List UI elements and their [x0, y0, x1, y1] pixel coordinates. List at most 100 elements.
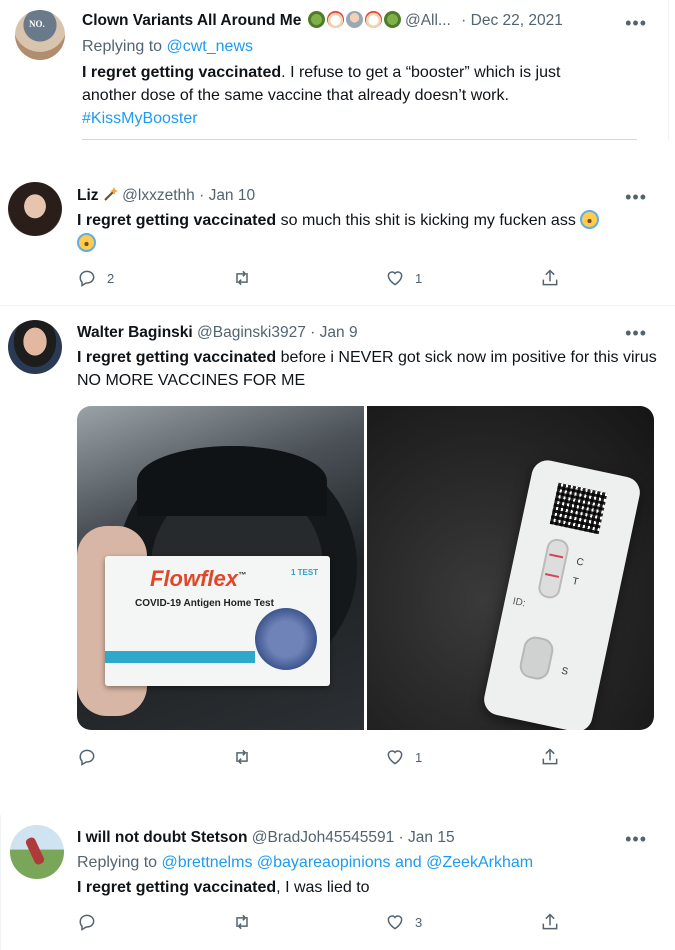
- avatar[interactable]: [10, 825, 64, 879]
- crying-emoji-icon: [77, 233, 96, 252]
- heart-icon: [387, 271, 403, 286]
- like-count: 1: [415, 749, 423, 765]
- heart-icon: [387, 750, 403, 765]
- label-c: C: [575, 556, 585, 569]
- share-button[interactable]: [540, 268, 560, 288]
- dot-separator: ·: [398, 829, 404, 846]
- label-s: S: [560, 665, 570, 678]
- tweet-header: Liz @lxxzethh · Jan 10: [77, 186, 255, 208]
- handle[interactable]: @BradJoh45545591: [252, 829, 394, 846]
- virus-emoji-icon: [383, 11, 401, 28]
- share-button[interactable]: [540, 747, 560, 767]
- tweet-4[interactable]: I will not doubt Stetson @BradJoh4554559…: [0, 815, 675, 950]
- thread-divider: [82, 139, 637, 140]
- retweet-icon: [236, 270, 248, 286]
- hashtag-link[interactable]: #KissMyBooster: [82, 110, 198, 127]
- line-c: [549, 553, 564, 559]
- retweet-button[interactable]: [232, 912, 262, 932]
- dot-separator: ·: [461, 12, 467, 29]
- clown-emoji-icon: [364, 11, 382, 28]
- magic-wand-icon: [103, 187, 118, 208]
- more-options-icon[interactable]: •••: [625, 830, 647, 848]
- tweet-3[interactable]: Walter Baginski @Baginski3927 · Jan 9 ••…: [0, 306, 675, 791]
- handle[interactable]: @Baginski3927: [197, 324, 306, 341]
- label-t: T: [571, 575, 580, 588]
- reply-button[interactable]: 2: [77, 268, 114, 288]
- avatar-cap-text: NO.: [29, 19, 45, 29]
- timestamp[interactable]: Dec 22, 2021: [471, 12, 563, 29]
- tweet-text: I regret getting vaccinated before i NEV…: [77, 346, 662, 392]
- avatar[interactable]: NO.: [15, 10, 65, 60]
- heart-icon: [387, 915, 403, 930]
- dot-separator: ·: [310, 324, 316, 341]
- share-icon: [542, 748, 558, 765]
- share-button[interactable]: [540, 912, 560, 932]
- clown-emoji-icon: [326, 11, 344, 28]
- media-photo-test-box[interactable]: Flowflex™ 1 TEST COVID-19 Antigen Home T…: [77, 406, 364, 730]
- like-button[interactable]: 1: [385, 747, 422, 767]
- timestamp[interactable]: Jan 15: [408, 829, 455, 846]
- handle[interactable]: @All...: [405, 12, 451, 29]
- tweet-text: I regret getting vaccinated so much this…: [77, 209, 657, 255]
- reply-button[interactable]: [77, 912, 107, 932]
- reply-mention-link[interactable]: @cwt_news: [167, 38, 254, 55]
- tweet-text-bold: I regret getting vaccinated: [82, 64, 282, 81]
- action-bar: 1: [77, 747, 577, 773]
- share-icon: [542, 913, 558, 930]
- media-photo-test-cassette[interactable]: C T ID: S: [367, 406, 654, 730]
- reply-icon: [79, 749, 95, 766]
- brand-name: Flowflex: [150, 566, 239, 591]
- like-count: 1: [415, 270, 423, 286]
- more-options-icon[interactable]: •••: [625, 324, 647, 342]
- virus-graphic: [255, 608, 317, 670]
- share-icon: [542, 269, 558, 286]
- display-name[interactable]: Clown Variants All Around Me: [82, 12, 301, 29]
- result-window: [536, 537, 571, 601]
- avatar[interactable]: [8, 320, 62, 374]
- more-options-icon[interactable]: •••: [625, 14, 647, 32]
- avatar[interactable]: [8, 182, 62, 236]
- replying-prefix: Replying to: [77, 854, 158, 871]
- reply-button[interactable]: [77, 747, 107, 767]
- display-name[interactable]: I will not doubt Stetson: [77, 829, 247, 846]
- qr-code: [549, 482, 608, 535]
- label-id: ID:: [511, 596, 527, 610]
- tweet-header: I will not doubt Stetson @BradJoh4554559…: [77, 828, 455, 848]
- retweet-button[interactable]: [232, 747, 262, 767]
- reply-mention-links[interactable]: @brettnelms @bayareaopinions and @ZeekAr…: [162, 854, 534, 871]
- tweet-text-bold: I regret getting vaccinated: [77, 879, 277, 896]
- action-bar: 2 1: [77, 268, 577, 294]
- like-button[interactable]: 1: [385, 268, 422, 288]
- like-count: 3: [415, 914, 423, 930]
- retweet-icon: [236, 749, 248, 765]
- reply-icon: [79, 270, 95, 287]
- line-t: [544, 573, 560, 578]
- tweet-text-rest: , I was lied to: [276, 879, 370, 896]
- scientist-emoji-icon: [345, 11, 363, 28]
- trademark: ™: [238, 570, 247, 580]
- reply-count: 2: [107, 270, 115, 286]
- tweet-2[interactable]: Liz @lxxzethh · Jan 10 ••• I regret gett…: [0, 175, 675, 303]
- display-name[interactable]: Walter Baginski: [77, 324, 193, 341]
- dashboard-gauges: [137, 446, 327, 516]
- test-cassette: C T ID: S: [481, 457, 643, 730]
- replying-prefix: Replying to: [82, 38, 163, 55]
- tweet-text-bold: I regret getting vaccinated: [77, 212, 277, 229]
- virus-emoji-icon: [307, 11, 325, 28]
- crying-emoji-icon: [580, 210, 600, 229]
- display-name[interactable]: Liz: [77, 187, 99, 204]
- timestamp[interactable]: Jan 9: [320, 324, 358, 341]
- tweet-1[interactable]: NO. Clown Variants All Around Me @All...…: [0, 0, 675, 140]
- handle[interactable]: @lxxzethh: [122, 187, 195, 204]
- retweet-button[interactable]: [232, 268, 262, 288]
- sample-well: [517, 634, 556, 682]
- timestamp[interactable]: Jan 10: [209, 187, 256, 204]
- test-badge: 1 TEST: [291, 568, 319, 577]
- more-options-icon[interactable]: •••: [625, 188, 647, 206]
- reply-icon: [79, 914, 95, 931]
- box-stripe: [105, 651, 255, 663]
- dot-separator: ·: [199, 187, 205, 204]
- product-name: COVID-19 Antigen Home Test: [135, 598, 274, 609]
- action-bar: 3: [77, 912, 577, 938]
- like-button[interactable]: 3: [385, 912, 422, 932]
